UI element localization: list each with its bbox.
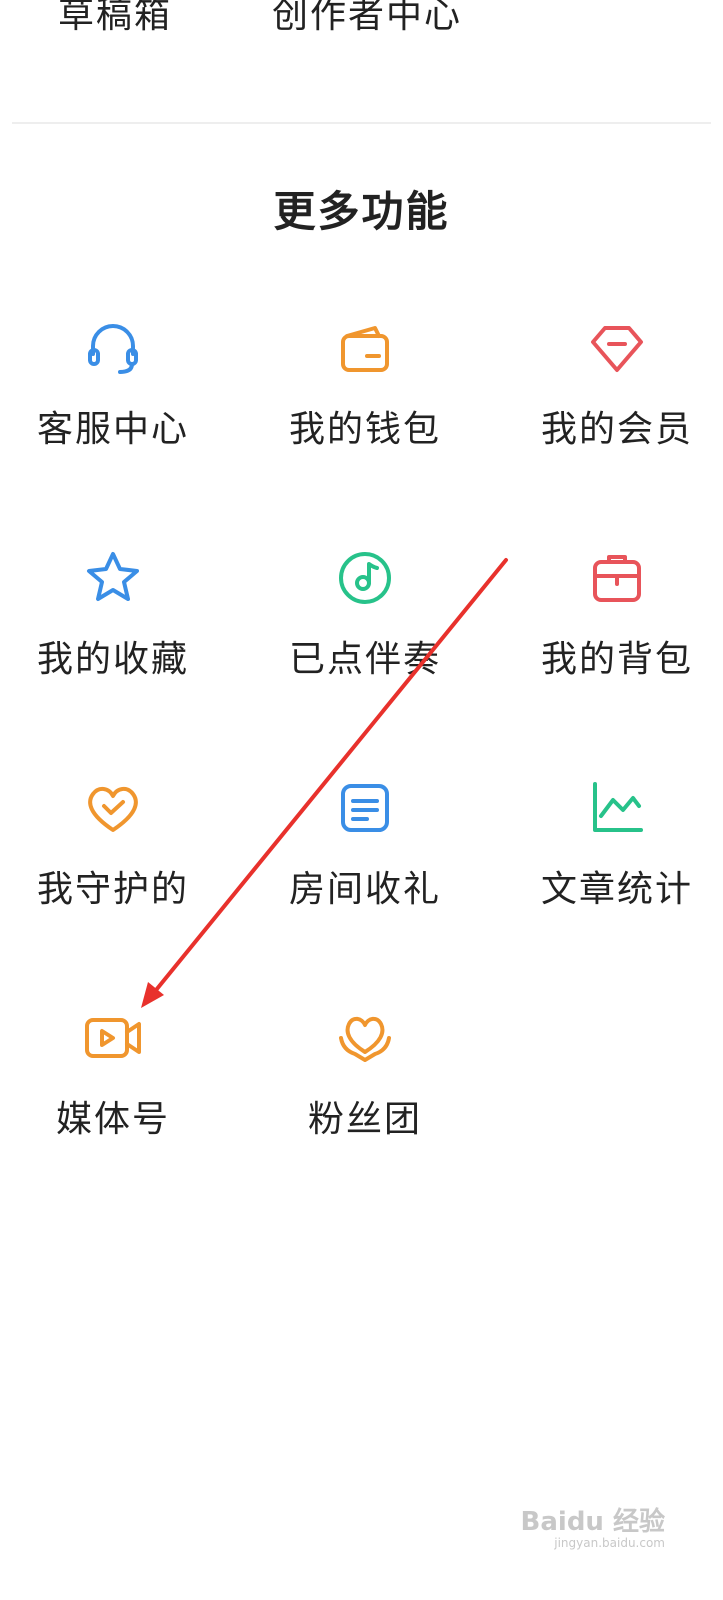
line-chart-icon	[587, 778, 647, 838]
item-label: 房间收礼	[288, 869, 441, 910]
item-label: 粉丝团	[307, 1099, 422, 1140]
document-icon	[335, 778, 395, 838]
heart-hands-icon	[335, 1008, 395, 1068]
article-stats-button[interactable]: 文章统计	[517, 778, 717, 948]
wallet-button[interactable]: 我的钱包	[265, 318, 465, 488]
item-label: 我守护的	[36, 869, 189, 910]
item-label: 文章统计	[540, 869, 693, 910]
watermark-sub: jingyan.baidu.com	[554, 1536, 665, 1550]
wallet-icon	[335, 318, 395, 378]
item-label: 客服中心	[36, 409, 189, 450]
guarded-button[interactable]: 我守护的	[13, 778, 213, 948]
membership-button[interactable]: 我的会员	[517, 318, 717, 488]
customer-service-button[interactable]: 客服中心	[13, 318, 213, 488]
ordered-accompaniment-button[interactable]: 已点伴奏	[265, 548, 465, 718]
backpack-icon	[587, 548, 647, 608]
section-title: 更多功能	[273, 187, 450, 236]
media-account-button[interactable]: 媒体号	[13, 1008, 213, 1178]
music-icon	[335, 548, 395, 608]
video-icon	[83, 1008, 143, 1068]
diamond-icon	[587, 318, 647, 378]
heart-check-icon	[83, 778, 143, 838]
baidu-watermark: Baidu 经验 jingyan.baidu.com	[521, 1501, 665, 1550]
backpack-button[interactable]: 我的背包	[517, 548, 717, 718]
divider	[12, 122, 711, 124]
fan-club-button[interactable]: 粉丝团	[265, 1008, 465, 1178]
watermark-text: Baidu 经验	[520, 1507, 665, 1537]
star-icon	[83, 548, 143, 608]
item-label: 我的背包	[540, 639, 693, 680]
creator-center-link[interactable]: 创作者中心	[272, 0, 462, 38]
item-label: 已点伴奏	[288, 639, 441, 680]
room-gifts-button[interactable]: 房间收礼	[265, 778, 465, 948]
headset-icon	[83, 318, 143, 378]
drafts-link[interactable]: 草稿箱	[58, 0, 172, 38]
favorites-button[interactable]: 我的收藏	[13, 548, 213, 718]
item-label: 媒体号	[55, 1099, 170, 1140]
item-label: 我的会员	[540, 409, 693, 450]
item-label: 我的收藏	[36, 639, 189, 680]
item-label: 我的钱包	[288, 409, 441, 450]
